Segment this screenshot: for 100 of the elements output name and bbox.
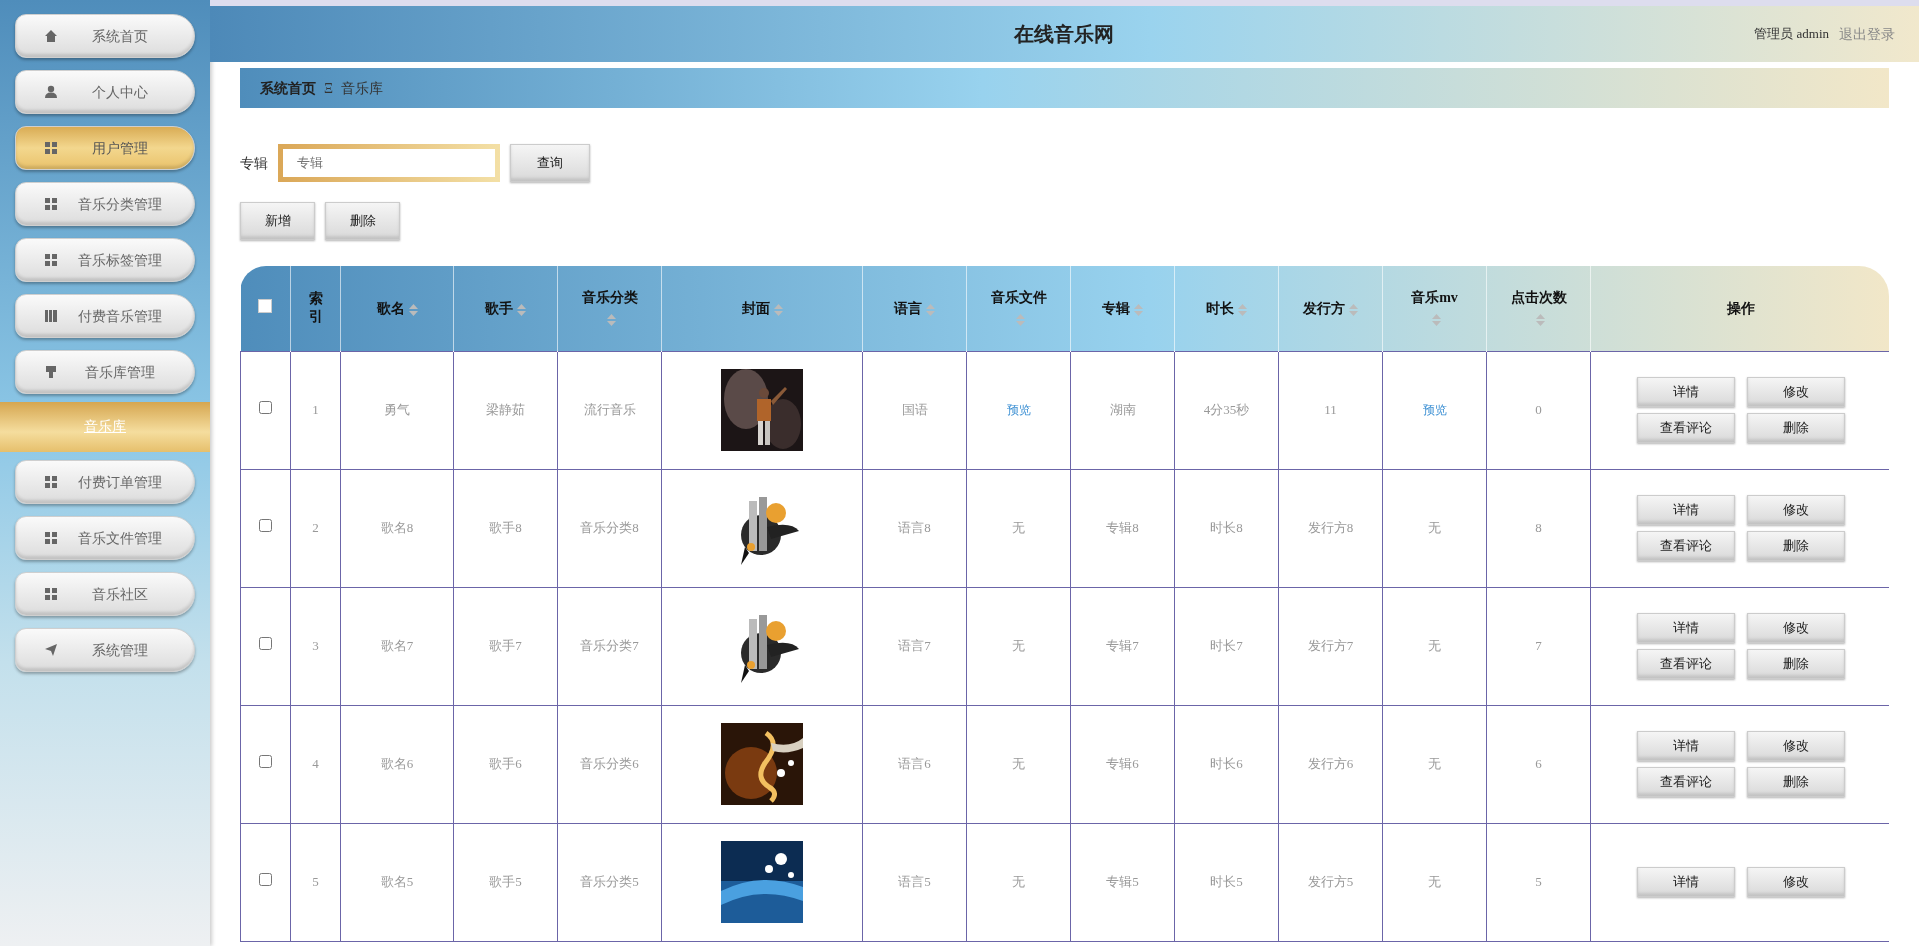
sort-icon[interactable] xyxy=(517,303,526,316)
sort-icon[interactable] xyxy=(1349,303,1358,316)
column-header: 索引 xyxy=(308,289,323,326)
search-button[interactable]: 查询 xyxy=(510,144,590,182)
header-cell[interactable]: 音乐分类 xyxy=(557,266,662,351)
details-button[interactable]: 详情 xyxy=(1636,377,1735,407)
table-cell: 时长8 xyxy=(1174,469,1279,587)
column-header[interactable]: 发行方 xyxy=(1303,300,1345,316)
table-cell: 发行方7 xyxy=(1278,587,1383,705)
sort-icon[interactable] xyxy=(408,303,418,316)
sort-icon[interactable] xyxy=(926,303,935,316)
grid-icon xyxy=(44,197,58,211)
header-cell[interactable]: 点击次数 xyxy=(1486,266,1591,351)
preview-link[interactable]: 预览 xyxy=(1422,403,1447,418)
header-cell[interactable]: 歌手 xyxy=(453,266,558,351)
row-checkbox[interactable] xyxy=(259,401,272,415)
table-cell: 国语 xyxy=(862,351,967,469)
breadcrumb-current: 音乐库 xyxy=(341,79,383,98)
comments-button[interactable]: 查看评论 xyxy=(1636,531,1735,561)
delete-button[interactable]: 删除 xyxy=(1746,649,1845,679)
comments-button[interactable]: 查看评论 xyxy=(1636,767,1735,797)
sort-icon[interactable] xyxy=(773,303,783,316)
header-cell[interactable]: 语言 xyxy=(862,266,967,351)
menu-item[interactable]: 系统管理 xyxy=(15,628,195,672)
menu-item[interactable]: 个人中心 xyxy=(15,70,195,114)
menu-item[interactable]: 音乐标签管理 xyxy=(15,238,195,282)
column-header[interactable]: 音乐mv xyxy=(1411,290,1458,306)
edit-button[interactable]: 修改 xyxy=(1746,495,1845,525)
add-button[interactable]: 新增 xyxy=(240,202,315,240)
book-icon xyxy=(44,309,58,323)
table-cell: 发行方6 xyxy=(1278,705,1383,823)
sort-icon[interactable] xyxy=(1134,303,1143,316)
details-button[interactable]: 详情 xyxy=(1636,613,1735,643)
header-cell[interactable]: 时长 xyxy=(1174,266,1279,351)
column-header[interactable]: 歌名 xyxy=(376,300,405,316)
column-header[interactable]: 点击次数 xyxy=(1510,290,1567,306)
delete-button[interactable]: 删除 xyxy=(325,202,400,240)
delete-button[interactable]: 删除 xyxy=(1746,531,1845,561)
header-cell[interactable]: 专辑 xyxy=(1070,266,1175,351)
comments-button[interactable]: 查看评论 xyxy=(1636,649,1735,679)
album-search-field[interactable]: 专辑 xyxy=(278,144,500,182)
column-header[interactable]: 时长 xyxy=(1206,300,1234,316)
table-cell: 无 xyxy=(1382,587,1487,705)
menu-item[interactable]: 音乐社区 xyxy=(15,572,195,616)
menu-item[interactable]: 系统首页 xyxy=(15,14,195,58)
details-button[interactable]: 详情 xyxy=(1636,495,1735,525)
grid-icon xyxy=(44,141,58,155)
preview-link[interactable]: 预览 xyxy=(1006,403,1031,418)
column-header[interactable]: 专辑 xyxy=(1102,300,1130,316)
delete-button[interactable]: 删除 xyxy=(1746,413,1845,443)
table-cell: 无 xyxy=(1382,823,1487,941)
menu-item[interactable]: 音乐库管理 xyxy=(15,350,195,394)
details-button[interactable]: 详情 xyxy=(1636,867,1735,897)
header-cell[interactable]: 歌名 xyxy=(340,266,454,351)
menu-item[interactable]: 音乐分类管理 xyxy=(15,182,195,226)
header-cell[interactable]: 音乐文件 xyxy=(966,266,1071,351)
header-cell[interactable]: 音乐mv xyxy=(1382,266,1487,351)
edit-button[interactable]: 修改 xyxy=(1746,613,1845,643)
edit-button[interactable]: 修改 xyxy=(1746,731,1845,761)
row-checkbox[interactable] xyxy=(259,519,272,533)
row-checkbox[interactable] xyxy=(259,637,272,651)
table-cell: 发行方8 xyxy=(1278,469,1383,587)
comments-button[interactable]: 查看评论 xyxy=(1636,413,1735,443)
breadcrumb-separator: Ξ xyxy=(324,79,333,98)
send-icon xyxy=(44,643,58,657)
column-header[interactable]: 音乐分类 xyxy=(581,290,638,306)
grid-icon xyxy=(44,475,58,489)
table-cell: 2 xyxy=(290,469,341,587)
edit-button[interactable]: 修改 xyxy=(1746,867,1845,897)
select-all-checkbox[interactable] xyxy=(258,298,273,313)
sort-icon[interactable] xyxy=(1016,314,1025,327)
site-title: 在线音乐网 xyxy=(1013,22,1116,47)
table-cell: 无 xyxy=(966,469,1071,587)
menu-item[interactable]: 付费音乐管理 xyxy=(15,294,195,338)
sort-icon[interactable] xyxy=(607,314,616,327)
column-header[interactable]: 歌手 xyxy=(485,300,513,316)
menu-item[interactable]: 音乐文件管理 xyxy=(15,516,195,560)
row-checkbox[interactable] xyxy=(259,873,272,887)
column-header[interactable]: 语言 xyxy=(894,300,922,316)
breadcrumb-link[interactable]: 系统首页 xyxy=(260,77,316,99)
menu-item[interactable]: 用户管理 xyxy=(15,126,195,170)
edit-button[interactable]: 修改 xyxy=(1746,377,1845,407)
table-cell: 梁静茹 xyxy=(453,351,558,469)
column-header[interactable]: 音乐文件 xyxy=(990,290,1047,306)
menu-item[interactable]: 付费订单管理 xyxy=(15,460,195,504)
table-cell: 发行方5 xyxy=(1278,823,1383,941)
table-cell: 7 xyxy=(1486,587,1591,705)
sort-icon[interactable] xyxy=(1536,314,1545,327)
details-button[interactable]: 详情 xyxy=(1636,731,1735,761)
brush-icon xyxy=(44,365,58,379)
column-header[interactable]: 封面 xyxy=(741,300,770,316)
table-cell: 11 xyxy=(1278,351,1383,469)
row-checkbox[interactable] xyxy=(259,755,272,769)
delete-button[interactable]: 删除 xyxy=(1746,767,1845,797)
header-cell[interactable]: 封面 xyxy=(661,266,863,351)
header-cell[interactable]: 发行方 xyxy=(1278,266,1383,351)
table-cell: 音乐分类5 xyxy=(557,823,662,941)
table-cell: 无 xyxy=(1382,705,1487,823)
sort-icon[interactable] xyxy=(1238,303,1247,316)
sort-icon[interactable] xyxy=(1432,314,1441,327)
